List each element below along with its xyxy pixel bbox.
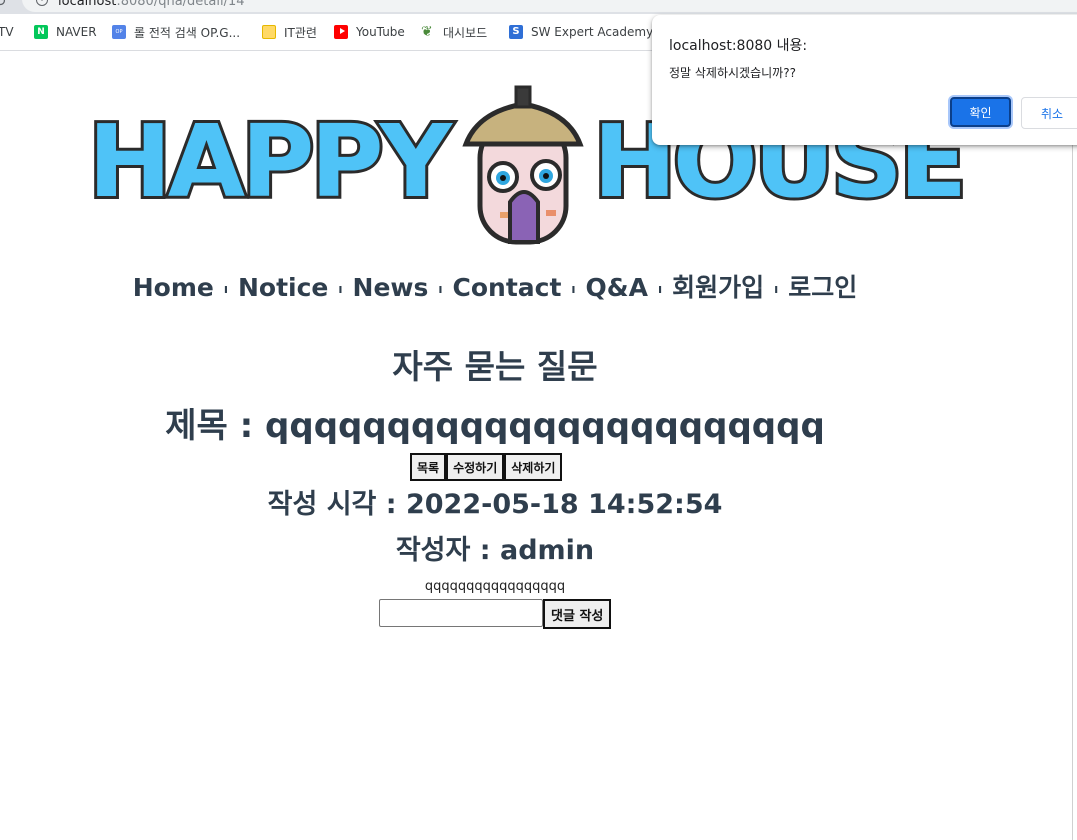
bookmark-tv[interactable]: TV: [0, 14, 14, 50]
url-text[interactable]: localhost:8080/qna/detail/14: [58, 0, 245, 9]
bookmark-label: 롤 전적 검색 OP.G...: [134, 25, 241, 40]
swea-icon: S: [509, 25, 523, 39]
bookmark-dashboard[interactable]: ❦ 대시보드: [421, 14, 487, 50]
comment-submit-button[interactable]: 댓글 작성: [543, 599, 612, 629]
list-button[interactable]: 목록: [410, 453, 447, 481]
bookmark-naver[interactable]: N NAVER: [34, 14, 97, 50]
reload-icon[interactable]: ↻: [0, 0, 7, 10]
bookmark-folder-it[interactable]: IT관련: [262, 14, 317, 50]
subject-label: 제목 :: [165, 406, 266, 446]
writer-value: admin: [499, 535, 595, 566]
nav-separator: ı: [657, 282, 663, 296]
question-subject: 제목 : qqqqqqqqqqqqqqqqqqqqqqq: [0, 398, 990, 447]
time-label: 작성 시각 :: [267, 489, 406, 520]
page-title: 자주 묻는 질문: [392, 347, 598, 386]
comment-form: 댓글 작성: [379, 599, 612, 629]
opgg-icon: OP: [112, 25, 126, 39]
logo-word-happy: HAPPY: [85, 100, 455, 223]
nav-news[interactable]: News: [353, 273, 429, 302]
writer-label: 작성자 :: [395, 535, 500, 566]
youtube-icon: [334, 25, 348, 39]
nav-qna[interactable]: Q&A: [586, 273, 648, 302]
nav-separator: ı: [438, 282, 443, 296]
time-value: 2022-05-18 14:52:54: [405, 489, 723, 520]
action-buttons: 목록 수정하기 삭제하기: [410, 453, 563, 481]
nav-separator: ı: [338, 282, 343, 296]
bookmark-label: 대시보드: [443, 25, 488, 40]
bookmark-label: NAVER: [56, 25, 97, 39]
bookmark-opgg[interactable]: OP 롤 전적 검색 OP.G...: [112, 14, 240, 50]
nav-login[interactable]: 로그인: [788, 273, 857, 302]
confirm-dialog: localhost:8080 내용: 정말 삭제하시겠습니까?? 확인 취소: [652, 15, 1077, 145]
folder-icon: [262, 25, 276, 39]
nav-separator: ı: [223, 282, 228, 296]
comment-input[interactable]: [379, 599, 543, 627]
dialog-ok-button[interactable]: 확인: [950, 97, 1011, 127]
bookmark-label: IT관련: [284, 25, 317, 40]
dashboard-icon: ❦: [421, 24, 433, 40]
nav-notice[interactable]: Notice: [238, 273, 328, 302]
subject-value: qqqqqqqqqqqqqqqqqqqqqqq: [265, 406, 825, 446]
writer: 작성자 : admin: [0, 528, 990, 567]
naver-icon: N: [34, 25, 48, 39]
edit-button[interactable]: 수정하기: [446, 453, 505, 481]
dialog-cancel-button[interactable]: 취소: [1021, 97, 1077, 129]
bookmark-label: YouTube: [356, 25, 405, 39]
dialog-title: localhost:8080 내용:: [669, 38, 808, 54]
nav-separator: ı: [571, 282, 576, 296]
bookmark-label: TV: [0, 25, 14, 39]
nav-signup[interactable]: 회원가입: [672, 273, 764, 302]
nav-separator: ı: [774, 282, 779, 296]
main-nav: Home ı Notice ı News ı Contact ı Q&A ı 회원가입 ı 로그인: [0, 268, 990, 304]
delete-button[interactable]: 삭제하기: [504, 453, 563, 481]
bookmark-label: SW Expert Academy: [531, 25, 654, 39]
dialog-message: 정말 삭제하시겠습니까??: [669, 66, 796, 80]
bookmark-youtube[interactable]: YouTube: [334, 14, 405, 50]
nav-contact[interactable]: Contact: [453, 273, 562, 302]
page-right-border: [1072, 51, 1073, 840]
question-content: qqqqqqqqqqqqqqqqq: [424, 579, 566, 594]
bookmark-swea[interactable]: S SW Expert Academy: [509, 14, 653, 50]
address-bar-area: ↻ i localhost:8080/qna/detail/14: [0, 0, 1077, 14]
nav-home[interactable]: Home: [133, 273, 214, 302]
house-mascot-icon: [462, 85, 584, 245]
created-time: 작성 시각 : 2022-05-18 14:52:54: [0, 482, 990, 521]
